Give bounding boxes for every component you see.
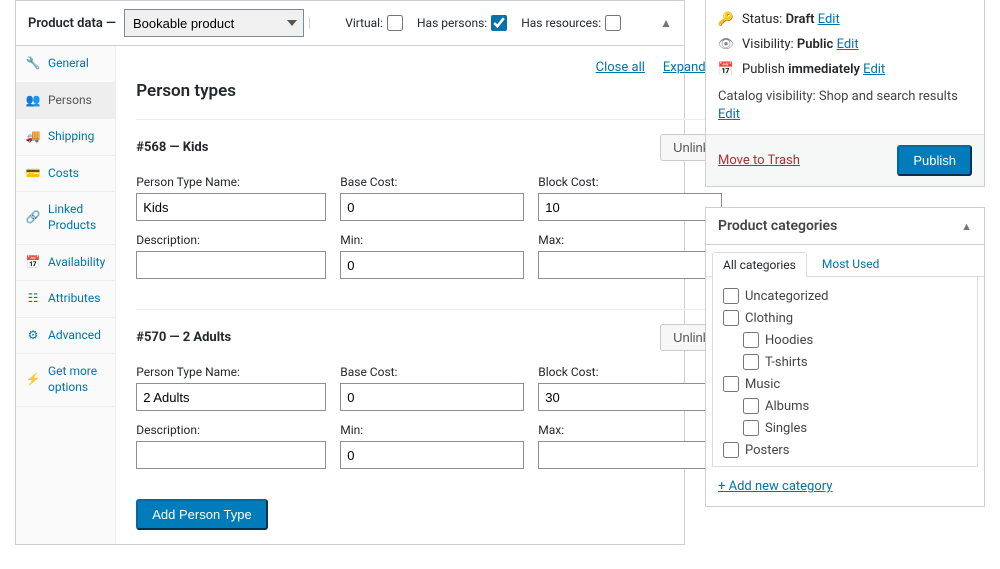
category-item[interactable]: Hoodies: [723, 329, 967, 351]
persons-content: Close all Expand all Person types #568 —…: [116, 46, 742, 544]
product-tabs: 🔧General 👥Persons 🚚Shipping 💳Costs 🔗Link…: [16, 46, 116, 544]
close-all-link[interactable]: Close all: [596, 60, 645, 75]
section-title: Person types: [136, 81, 722, 101]
category-checkbox[interactable]: [743, 354, 759, 370]
tab-attributes[interactable]: ☷Attributes: [16, 281, 115, 318]
category-item[interactable]: T-shirts: [723, 351, 967, 373]
move-to-trash-link[interactable]: Move to Trash: [718, 153, 800, 168]
tab-most-used[interactable]: Most Used: [811, 251, 891, 276]
calendar-icon: 📅: [718, 62, 734, 77]
product-type-select[interactable]: Bookable product: [124, 9, 304, 37]
panel-collapse-toggle[interactable]: ▲: [660, 16, 672, 30]
wrench-icon: 🔧: [26, 56, 40, 72]
category-checkbox[interactable]: [723, 376, 739, 392]
virtual-check-label[interactable]: Virtual:: [345, 15, 403, 31]
edit-status-link[interactable]: Edit: [818, 12, 840, 27]
description-input[interactable]: [136, 251, 326, 279]
visibility-row: 👁 Visibility: Public Edit: [718, 32, 972, 57]
truck-icon: 🚚: [26, 129, 40, 145]
base-cost-input[interactable]: [340, 383, 524, 411]
tab-get-more-options[interactable]: ⚡Get more options: [16, 354, 115, 406]
category-item[interactable]: Music: [723, 373, 967, 395]
max-input[interactable]: [538, 251, 722, 279]
has-persons-check-label[interactable]: Has persons:: [417, 15, 507, 31]
tab-all-categories[interactable]: All categories: [712, 252, 807, 277]
category-checkbox[interactable]: [723, 442, 739, 458]
person-type-block: #570 — 2 Adults Unlink Person Type Name:…: [136, 309, 722, 499]
has-resources-check-label[interactable]: Has resources:: [521, 15, 621, 31]
person-heading: #570 — 2 Adults: [136, 330, 231, 345]
category-checkbox[interactable]: [723, 310, 739, 326]
description-input[interactable]: [136, 441, 326, 469]
min-input[interactable]: [340, 251, 524, 279]
publish-row: 📅 Publish immediately Edit: [718, 57, 972, 82]
has-persons-checkbox[interactable]: [491, 15, 507, 31]
card-icon: 💳: [26, 166, 40, 182]
person-heading: #568 — Kids: [136, 140, 208, 155]
product-categories-box: Product categories ▲ All categories Most…: [705, 207, 985, 507]
eye-icon: 👁: [718, 37, 734, 52]
edit-catalog-link[interactable]: Edit: [718, 107, 740, 122]
product-data-header: Product data — Bookable product | Virtua…: [16, 1, 684, 46]
category-checkbox[interactable]: [723, 288, 739, 304]
categories-title: Product categories ▲: [706, 208, 984, 245]
header-checks: Virtual: Has persons: Has resources:: [345, 15, 621, 31]
category-checkbox[interactable]: [743, 398, 759, 414]
tab-advanced[interactable]: ⚙Advanced: [16, 318, 115, 355]
publish-box: 🔑 Status: Draft Edit 👁 Visibility: Publi…: [705, 0, 985, 187]
key-icon: 🔑: [718, 12, 734, 27]
bolt-icon: ⚡: [26, 372, 40, 388]
collapse-icon[interactable]: ▲: [961, 220, 972, 233]
category-item[interactable]: Uncategorized: [723, 285, 967, 307]
category-list[interactable]: Uncategorized Clothing Hoodies T-shirts …: [712, 277, 978, 467]
base-cost-input[interactable]: [340, 193, 524, 221]
tab-availability[interactable]: 📅Availability: [16, 245, 115, 282]
person-type-name-input[interactable]: [136, 193, 326, 221]
product-data-title: Product data —: [28, 16, 116, 31]
list-icon: ☷: [26, 291, 40, 307]
edit-visibility-link[interactable]: Edit: [837, 37, 859, 52]
tab-shipping[interactable]: 🚚Shipping: [16, 119, 115, 156]
add-person-type-button[interactable]: Add Person Type: [136, 499, 268, 530]
calendar-icon: 📅: [26, 255, 40, 271]
users-icon: 👥: [26, 93, 40, 109]
tab-costs[interactable]: 💳Costs: [16, 156, 115, 193]
category-checkbox[interactable]: [743, 420, 759, 436]
edit-publish-link[interactable]: Edit: [863, 62, 885, 77]
link-icon: 🔗: [26, 210, 40, 226]
person-type-name-input[interactable]: [136, 383, 326, 411]
category-item[interactable]: Posters: [723, 439, 967, 461]
person-type-block: #568 — Kids Unlink Person Type Name: Bas…: [136, 119, 722, 309]
product-data-panel: Product data — Bookable product | Virtua…: [15, 0, 685, 545]
block-cost-input[interactable]: [538, 383, 722, 411]
gear-icon: ⚙: [26, 328, 40, 344]
category-item[interactable]: Clothing: [723, 307, 967, 329]
block-cost-input[interactable]: [538, 193, 722, 221]
min-input[interactable]: [340, 441, 524, 469]
category-item[interactable]: Albums: [723, 395, 967, 417]
tab-persons[interactable]: 👥Persons: [16, 83, 115, 120]
category-tabs: All categories Most Used: [706, 245, 984, 277]
tab-linked-products[interactable]: 🔗Linked Products: [16, 192, 115, 244]
max-input[interactable]: [538, 441, 722, 469]
category-checkbox[interactable]: [743, 332, 759, 348]
status-row: 🔑 Status: Draft Edit: [718, 7, 972, 32]
add-new-category-link[interactable]: + Add new category: [718, 479, 832, 494]
tab-general[interactable]: 🔧General: [16, 46, 115, 83]
virtual-checkbox[interactable]: [387, 15, 403, 31]
publish-button[interactable]: Publish: [897, 145, 972, 176]
category-item[interactable]: Singles: [723, 417, 967, 439]
has-resources-checkbox[interactable]: [605, 15, 621, 31]
catalog-visibility-row: Catalog visibility: Shop and search resu…: [718, 82, 972, 126]
